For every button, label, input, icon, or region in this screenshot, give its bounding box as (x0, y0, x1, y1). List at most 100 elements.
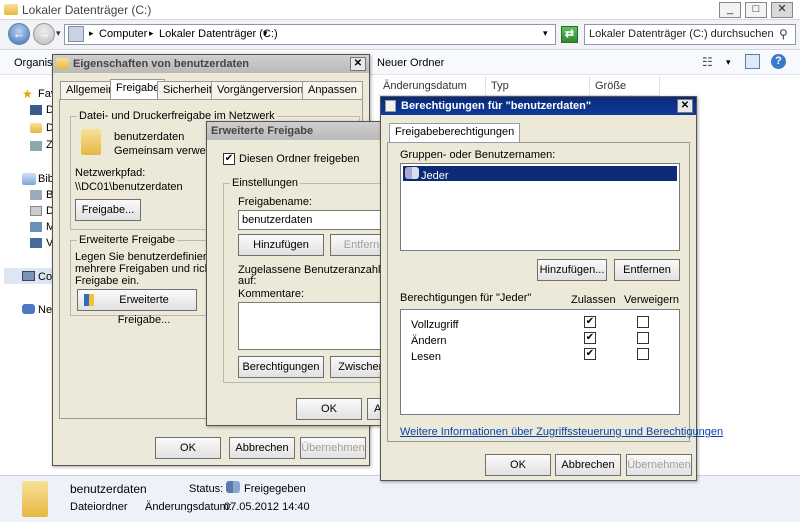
details-type: Dateiordner (70, 501, 128, 513)
advanced-share-button[interactable]: Erweiterte Freigabe... (77, 289, 197, 326)
shield-icon (84, 294, 94, 306)
permissions-title: Berechtigungen für "benutzerdaten" (401, 100, 592, 112)
advanced-ok-button[interactable]: OK (296, 398, 362, 420)
search-input[interactable]: Lokaler Datenträger (C:) durchsuchen ⚲ (584, 24, 796, 45)
document-icon (385, 100, 396, 112)
advanced-share-dialog: Erweiterte Freigabe ✔ Diesen Ordner frei… (206, 121, 409, 426)
tab-anpassen[interactable]: Anpassen (302, 81, 363, 99)
computer-icon (22, 271, 35, 281)
computer-icon (68, 26, 84, 42)
permissions-panel: Gruppen- oder Benutzernamen: Jeder Hinzu… (387, 142, 723, 442)
properties-apply-button[interactable]: Übernehmen (300, 437, 366, 459)
share-folder-state: Gemeinsam verwend (114, 145, 218, 157)
window-title: Lokaler Datenträger (C:) (22, 3, 152, 17)
preview-pane-icon[interactable] (745, 54, 760, 69)
back-arrow-icon[interactable]: ← (8, 23, 30, 45)
permissions-button[interactable]: Berechtigungen (238, 356, 324, 378)
view-dropdown-icon[interactable]: ▾ (726, 57, 731, 68)
advanced-share-button-label: Erweiterte Freigabe... (117, 294, 171, 326)
permissions-ok-button[interactable]: OK (485, 454, 551, 476)
advanced-share-text-1: Legen Sie benutzerdefinierte B (75, 251, 227, 263)
allow-lesen-checkbox[interactable]: ✔ (584, 348, 596, 360)
tab-sicherheit[interactable]: Sicherheit (157, 81, 218, 99)
tab-share-permissions[interactable]: Freigabeberechtigungen (389, 123, 521, 143)
network-icon (22, 304, 35, 314)
new-folder-button[interactable]: Neuer Ordner (377, 57, 444, 69)
settings-group: Einstellungen Freigabename: benutzerdate… (223, 177, 409, 383)
details-status-value: Freigegeben (244, 483, 306, 495)
desktop-icon (30, 105, 42, 115)
breadcrumb-computer[interactable]: Computer (99, 28, 147, 40)
close-window-button[interactable]: ✕ (771, 2, 793, 18)
permissions-apply-button[interactable]: Übernehmen (626, 454, 692, 476)
net-path-value: \\DC01\benutzerdaten (75, 181, 183, 193)
add-share-button[interactable]: Hinzufügen (238, 234, 324, 256)
permissions-info-link[interactable]: Weitere Informationen über Zugriffssteue… (400, 426, 723, 438)
advanced-share-text-3: Freigabe ein. (75, 275, 140, 287)
share-button[interactable]: Freigabe... (75, 199, 141, 221)
add-group-button[interactable]: Hinzufügen... (537, 259, 607, 281)
address-box[interactable]: ▸ Computer ▸ Lokaler Datenträger (C:) ▾ … (64, 24, 556, 45)
share-name-input[interactable]: benutzerdaten (238, 210, 394, 230)
navigation-pane: ★ Fav D D Z Bib B D M V Co Ne (0, 75, 56, 475)
close-icon[interactable]: ✕ (350, 57, 366, 71)
share-folder-checkbox-label: Diesen Ordner freigeben (239, 153, 360, 165)
permissions-titlebar: Berechtigungen für "benutzerdaten" ✕ (381, 97, 696, 115)
deny-lesen-checkbox[interactable] (637, 348, 649, 360)
group-item-label: Jeder (421, 170, 449, 182)
remove-group-button[interactable]: Entfernen (614, 259, 680, 281)
view-icon[interactable]: ☷ (702, 55, 713, 69)
column-modified[interactable]: Änderungsdatum (378, 76, 486, 96)
advanced-titlebar: Erweiterte Freigabe (207, 122, 389, 140)
folder-icon (56, 58, 69, 69)
favorites-star-icon: ★ (22, 87, 33, 101)
properties-titlebar: Eigenschaften von benutzerdaten ✕ (53, 55, 369, 73)
sidebar-item-network[interactable]: Ne (38, 304, 52, 316)
comments-input[interactable] (238, 302, 394, 350)
close-icon[interactable]: ✕ (677, 99, 693, 113)
help-icon[interactable]: ? (771, 54, 786, 69)
deny-vollzugriff-checkbox[interactable] (637, 316, 649, 328)
breadcrumb-drive[interactable]: Lokaler Datenträger (C:) (159, 28, 278, 40)
minimize-button[interactable]: _ (719, 2, 741, 18)
group-item-jeder[interactable]: Jeder (403, 166, 677, 182)
users-icon (405, 167, 419, 179)
folder-icon (22, 481, 48, 517)
properties-ok-button[interactable]: OK (155, 437, 221, 459)
address-bar: ← → ▾ ▸ Computer ▸ Lokaler Datenträger (… (0, 20, 800, 50)
search-placeholder: Lokaler Datenträger (C:) durchsuchen (589, 28, 774, 40)
comments-label: Kommentare: (238, 288, 305, 300)
shared-users-icon (226, 481, 240, 493)
forward-arrow-icon[interactable]: → (33, 23, 55, 45)
documents-icon (30, 206, 42, 216)
permissions-list: Vollzugriff ✔ Ändern ✔ Lesen ✔ (400, 309, 680, 415)
chevron-right-icon: ▸ (149, 28, 154, 38)
column-size[interactable]: Größe (590, 76, 660, 96)
groups-list[interactable]: Jeder (400, 163, 680, 251)
properties-cancel-button[interactable]: Abbrechen (229, 437, 295, 459)
perm-name-lesen: Lesen (411, 351, 441, 363)
allow-vollzugriff-checkbox[interactable]: ✔ (584, 316, 596, 328)
address-dropdown-icon[interactable]: ▾ (543, 28, 548, 39)
maximize-button[interactable]: □ (745, 2, 767, 18)
refresh-icon[interactable]: ⇄ (561, 26, 578, 43)
allow-column-header: Zulassen (571, 294, 616, 306)
search-icon[interactable]: ⚲ (779, 27, 788, 41)
details-modified-value: 07.05.2012 14:40 (224, 501, 310, 513)
sidebar-item-computer[interactable]: Co (38, 271, 52, 283)
column-type[interactable]: Typ (486, 76, 590, 96)
recent-dropdown-icon[interactable]: ▾ (56, 28, 61, 39)
share-folder-checkbox[interactable]: ✔ (223, 153, 235, 165)
chevron-down-icon[interactable]: ▾ (263, 28, 268, 39)
libraries-icon (22, 173, 36, 185)
downloads-icon (30, 123, 42, 133)
permissions-cancel-button[interactable]: Abbrechen (555, 454, 621, 476)
allow-aendern-checkbox[interactable]: ✔ (584, 332, 596, 344)
details-name: benutzerdaten (70, 482, 147, 496)
deny-aendern-checkbox[interactable] (637, 332, 649, 344)
videos-icon (30, 238, 42, 248)
advanced-share-group-label: Erweiterte Freigabe (77, 234, 177, 246)
properties-title: Eigenschaften von benutzerdaten (73, 58, 250, 70)
permissions-dialog: Berechtigungen für "benutzerdaten" ✕ Fre… (380, 96, 723, 481)
share-name-label: Freigabename: (238, 196, 312, 208)
